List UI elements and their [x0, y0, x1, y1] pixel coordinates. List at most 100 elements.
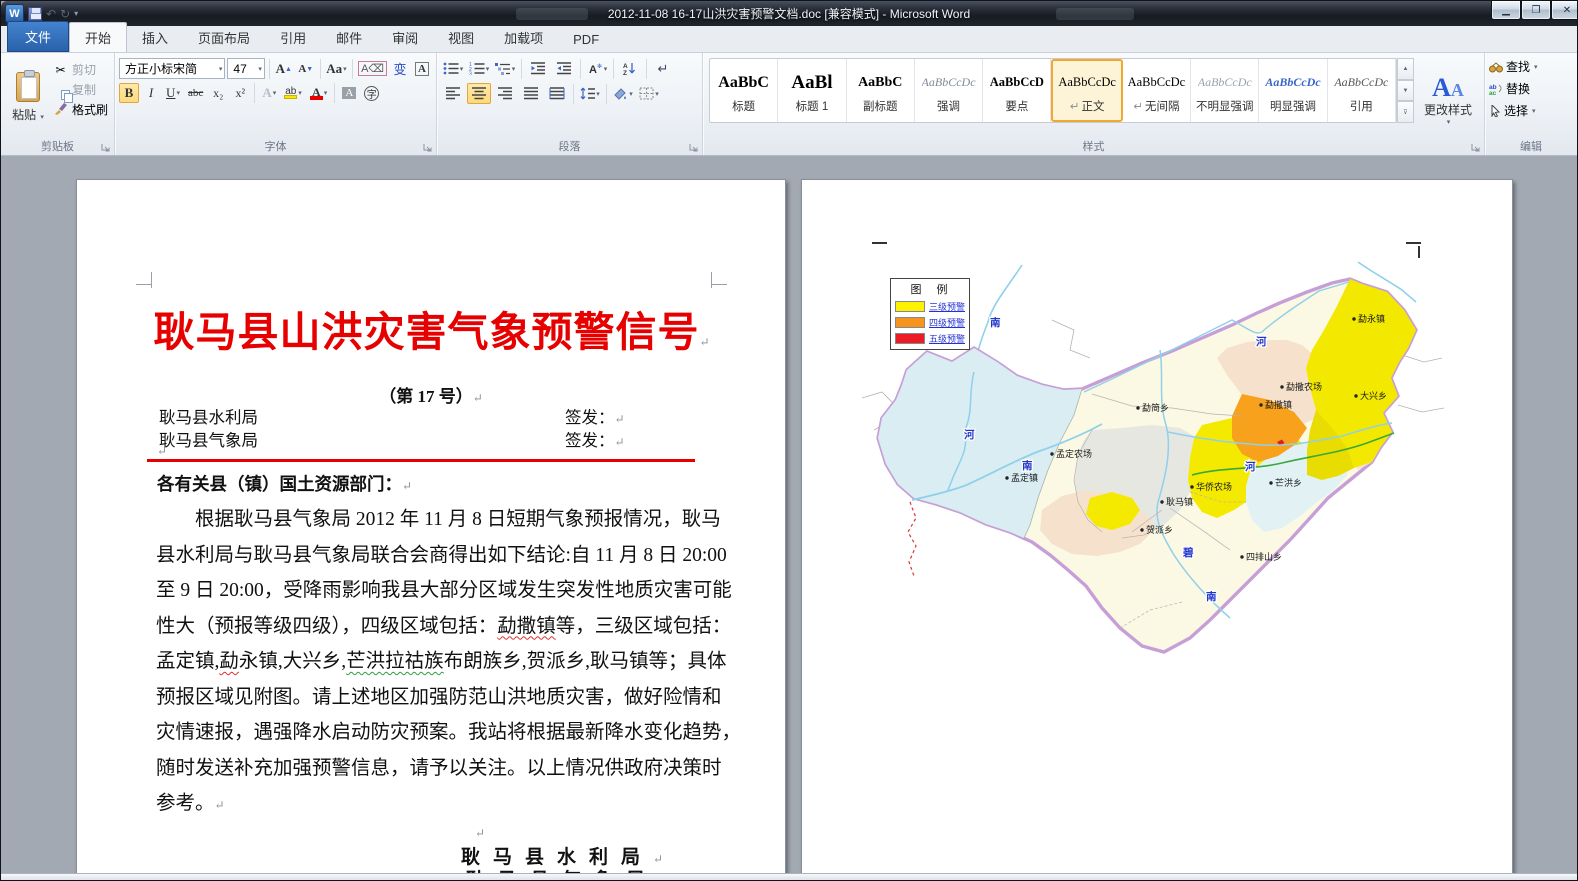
format-painter-button[interactable]: 格式刷	[53, 101, 110, 118]
font-name-combo[interactable]: 方正小标宋简▾	[119, 58, 225, 79]
style-明显强调[interactable]: AaBbCcDc明显强调	[1259, 59, 1327, 122]
change-case-button[interactable]: Aa▾	[325, 59, 349, 79]
cut-icon: ✂	[53, 63, 68, 77]
copy-button[interactable]: 复制	[53, 81, 110, 98]
style-强调[interactable]: AaBbCcDc强调	[915, 59, 983, 122]
highlight-color-button[interactable]: ab▾	[281, 83, 305, 103]
show-marks-button[interactable]: ↵	[651, 58, 675, 79]
word-window: W ↶ ↻ ▾ 2012-11-08 16-17山洪灾害预警文档.doc [兼容…	[0, 0, 1578, 881]
font-color-button[interactable]: A▾	[307, 83, 331, 103]
tab-4[interactable]: 引用	[265, 23, 321, 52]
group-editing: 查找▾ abac 替换 选择▾ 编辑	[1485, 53, 1577, 155]
place-label: 华侨农场	[1196, 481, 1232, 492]
shading-button[interactable]: ▾	[611, 83, 635, 104]
tab-3[interactable]: 页面布局	[183, 23, 265, 52]
bold-button[interactable]: B	[119, 83, 139, 103]
replace-icon: abac	[1489, 83, 1503, 95]
style-正文[interactable]: AaBbCcDc↵正文	[1051, 59, 1122, 122]
justify-button[interactable]	[519, 83, 543, 104]
subscript-button[interactable]: x₂	[208, 83, 228, 103]
select-button[interactable]: 选择▾	[1489, 102, 1573, 119]
enclose-characters-button[interactable]: 字	[361, 83, 382, 103]
clipboard-dialog-launcher[interactable]	[101, 143, 111, 153]
body-paragraph[interactable]: 根据耿马县气象局 2012 年 11 月 8 日短期气象预报情况，耿马县水利局与…	[156, 502, 706, 824]
underline-button[interactable]: U▾	[163, 83, 183, 103]
character-border-button[interactable]: A	[412, 59, 432, 79]
increase-indent-button[interactable]	[552, 58, 576, 79]
multilevel-list-button[interactable]: ▾	[493, 58, 517, 79]
sort-button[interactable]: AZ	[618, 58, 642, 79]
style-无间隔[interactable]: AaBbCcDc↵无间隔	[1123, 59, 1191, 122]
paragraph-dialog-launcher[interactable]	[689, 143, 699, 153]
tab-1[interactable]: 开始	[69, 22, 127, 52]
tab-6[interactable]: 审阅	[377, 23, 433, 52]
document-area[interactable]: 耿马县山洪灾害气象预警信号↵ （第 17 号）↵ 耿马县水利局签发：↵耿马县气象…	[1, 156, 1577, 881]
paste-button[interactable]: 粘贴 ▾	[5, 56, 51, 134]
tab-7[interactable]: 视图	[433, 23, 489, 52]
tab-9[interactable]: PDF	[558, 27, 614, 52]
styles-gallery-scroll: ▲ ▼ ⊽	[1397, 58, 1414, 123]
group-clipboard: 粘贴 ▾ ✂ 剪切 复制 格式刷	[1, 53, 115, 155]
minimize-button[interactable]: ▁	[1491, 1, 1521, 20]
replace-button[interactable]: abac 替换	[1489, 80, 1573, 97]
style-不明显强调[interactable]: AaBbCcDc不明显强调	[1191, 59, 1259, 122]
close-button[interactable]: ✕	[1551, 1, 1578, 20]
cut-button[interactable]: ✂ 剪切	[53, 61, 110, 78]
font-size-combo[interactable]: 47▾	[227, 58, 264, 79]
phonetic-guide-button[interactable]: 变	[390, 59, 410, 79]
clear-formatting-button[interactable]: A⌫	[357, 59, 388, 79]
style-标题[interactable]: AaBbC标题	[710, 59, 778, 122]
text-effects-button[interactable]: A▾	[259, 83, 279, 103]
paste-label: 粘贴	[12, 108, 36, 122]
legend-title: 图 例	[891, 281, 969, 297]
grow-font-button[interactable]: A▲	[274, 59, 294, 79]
font-dialog-launcher[interactable]	[423, 143, 433, 153]
tab-5[interactable]: 邮件	[321, 23, 377, 52]
style-要点[interactable]: AaBbCcD要点	[983, 59, 1051, 122]
style-副标题[interactable]: AaBbC副标题	[847, 59, 915, 122]
svg-text:A: A	[589, 64, 597, 75]
river-label: 河	[1256, 336, 1267, 348]
distribute-button[interactable]	[545, 83, 569, 104]
decrease-indent-button[interactable]	[526, 58, 550, 79]
numbering-button[interactable]: 123▾	[467, 58, 491, 79]
italic-button[interactable]: I	[141, 83, 161, 103]
align-center-button[interactable]	[467, 83, 491, 104]
gallery-up-button[interactable]: ▲	[1397, 58, 1414, 80]
style-引用[interactable]: AaBbCcDc引用	[1328, 59, 1396, 122]
place-dot	[1190, 485, 1193, 488]
line-spacing-button[interactable]: ▾	[578, 83, 602, 104]
superscript-button[interactable]: x²	[230, 83, 250, 103]
shrink-font-button[interactable]: A▼	[296, 59, 316, 79]
paragraph-group-label: 段落	[437, 138, 702, 154]
tab-8[interactable]: 加载项	[489, 23, 558, 52]
find-button[interactable]: 查找▾	[1489, 58, 1573, 75]
style-标题 1[interactable]: AaBl标题 1	[778, 59, 846, 122]
group-styles: AaBbC标题AaBl标题 1AaBbC副标题AaBbCcDc强调AaBbCcD…	[703, 53, 1485, 155]
tab-0[interactable]: 文件	[7, 21, 69, 52]
red-divider-line	[147, 459, 695, 462]
asian-layout-button[interactable]: A✻▾	[585, 58, 609, 79]
svg-text:A: A	[623, 63, 628, 70]
align-left-button[interactable]	[441, 83, 465, 104]
strikethrough-button[interactable]: abc	[185, 83, 206, 103]
document-page-2[interactable]: 图 例 三级预警四级预警五级预警	[801, 179, 1513, 881]
character-shading-button[interactable]: A	[339, 83, 359, 103]
bullets-button[interactable]: ▾	[441, 58, 465, 79]
status-bar-strip[interactable]	[1, 873, 1577, 880]
window-controls: ▁ ❐ ✕	[1491, 1, 1577, 20]
borders-button[interactable]: ▾	[637, 83, 661, 104]
change-styles-button[interactable]: AA 更改样式 ▾	[1416, 56, 1480, 139]
restore-button[interactable]: ❐	[1521, 1, 1551, 20]
place-dot	[1354, 394, 1357, 397]
place-label: 勐撒农场	[1286, 381, 1322, 392]
tab-2[interactable]: 插入	[127, 23, 183, 52]
place-dot	[1352, 317, 1355, 320]
align-right-button[interactable]	[493, 83, 517, 104]
gallery-down-button[interactable]: ▼	[1397, 80, 1414, 102]
body-line: 县水利局与耿马县气象局联合会商得出如下结论:自 11 月 8 日 20:00	[156, 538, 706, 574]
ribbon: 粘贴 ▾ ✂ 剪切 复制 格式刷	[1, 53, 1577, 156]
styles-dialog-launcher[interactable]	[1471, 143, 1481, 153]
gallery-more-button[interactable]: ⊽	[1397, 101, 1414, 123]
document-page-1[interactable]: 耿马县山洪灾害气象预警信号↵ （第 17 号）↵ 耿马县水利局签发：↵耿马县气象…	[76, 179, 786, 881]
